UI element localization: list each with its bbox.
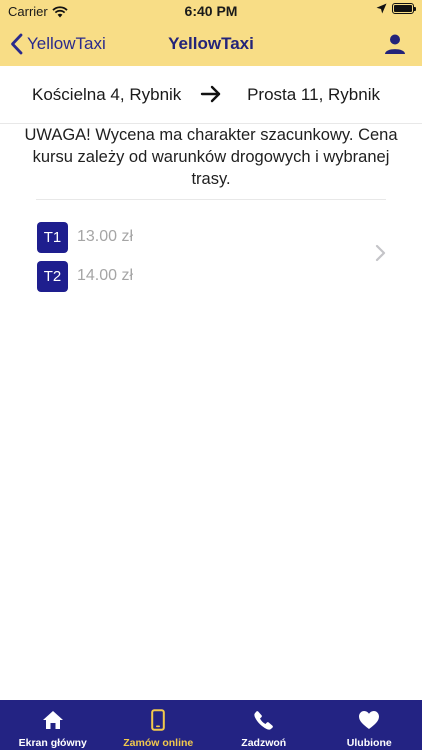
- chevron-left-icon: [11, 33, 23, 55]
- tariff-badge: T1: [37, 221, 68, 253]
- navigation-bar: YellowTaxi YellowTaxi: [0, 22, 422, 66]
- back-label: YellowTaxi: [27, 34, 106, 53]
- tariff-badge: T2: [37, 260, 68, 292]
- profile-button[interactable]: [382, 31, 408, 57]
- tab-label: Ekran główny: [18, 737, 87, 749]
- route-from: Kościelna 4, Rybnik: [32, 85, 182, 104]
- tariff-price: 13.00 zł: [77, 228, 134, 245]
- tab-label: Zadzwoń: [241, 737, 287, 749]
- status-right: [376, 3, 416, 14]
- chevron-right-icon: [375, 244, 386, 262]
- divider: [36, 199, 386, 200]
- tab-bar: Ekran główny Zamów online Zadzwoń Ulubio…: [0, 700, 422, 750]
- status-bar: Carrier 6:40 PM: [0, 0, 422, 22]
- location-arrow-icon: [376, 3, 387, 14]
- heart-icon: [357, 708, 381, 732]
- tab-favorites[interactable]: Ulubione: [317, 700, 422, 750]
- tab-label: Ulubione: [346, 737, 392, 749]
- tab-home[interactable]: Ekran główny: [0, 700, 106, 750]
- tab-call[interactable]: Zadzwoń: [211, 700, 317, 750]
- status-time: 6:40 PM: [184, 3, 238, 19]
- back-button[interactable]: YellowTaxi: [10, 22, 106, 66]
- header: Carrier 6:40 PM YellowTaxi YellowTaxi: [0, 0, 422, 66]
- price-notice: UWAGA! Wycena ma charakter szacunkowy. C…: [24, 126, 398, 188]
- tariff-price: 14.00 zł: [77, 267, 134, 284]
- tab-label: Zamów online: [123, 737, 194, 749]
- arrow-right-icon: [200, 85, 221, 103]
- phone-device-icon: [146, 708, 170, 732]
- home-icon: [41, 708, 65, 732]
- call-icon: [252, 708, 276, 732]
- battery-icon: [392, 3, 416, 14]
- route-summary: Kościelna 4, Rybnik Prosta 11, Rybnik: [0, 66, 422, 124]
- tab-order-online[interactable]: Zamów online: [106, 700, 212, 750]
- tariff-row-t1[interactable]: T1 13.00 zł: [37, 221, 133, 253]
- tariff-row-t2[interactable]: T2 14.00 zł: [37, 260, 133, 292]
- route-to: Prosta 11, Rybnik: [247, 85, 380, 104]
- tariff-list[interactable]: T1 13.00 zł T2 14.00 zł: [37, 221, 387, 293]
- user-icon: [385, 34, 405, 54]
